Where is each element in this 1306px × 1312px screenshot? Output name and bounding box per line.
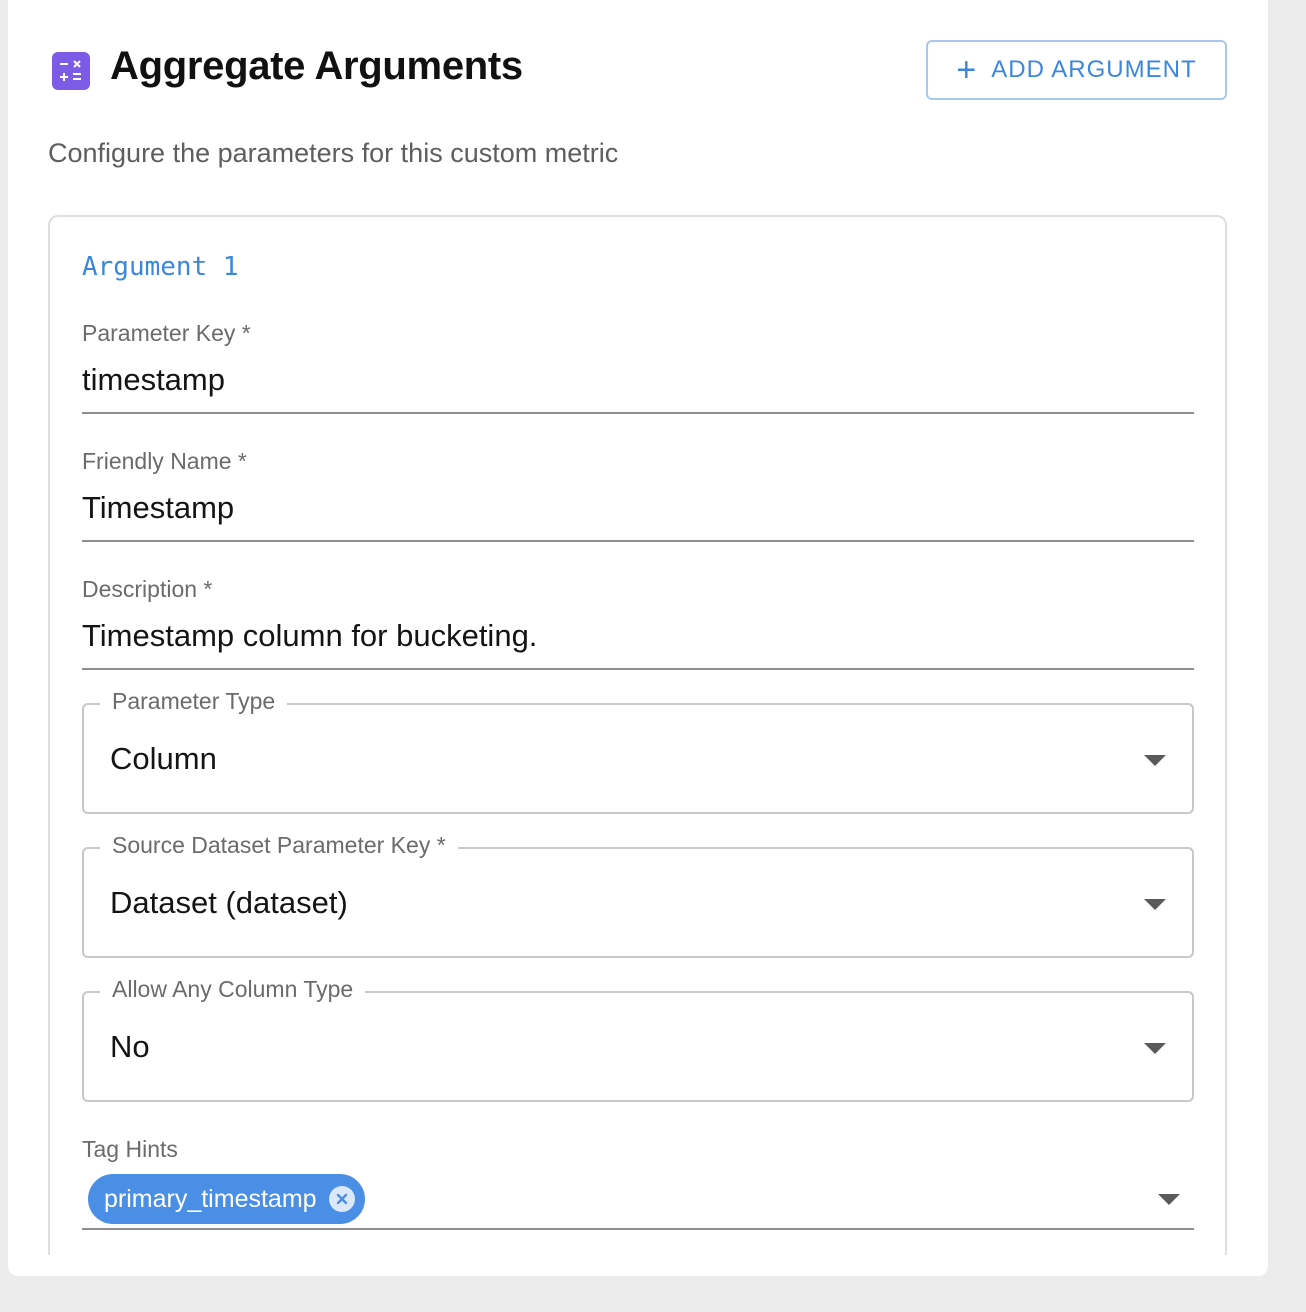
chevron-down-icon	[1144, 755, 1166, 766]
allow-any-column-type-value: No	[110, 1029, 150, 1064]
tag-chip[interactable]: primary_timestamp	[88, 1174, 365, 1224]
friendly-name-label: Friendly Name *	[82, 448, 247, 474]
page-title: Aggregate Arguments	[110, 44, 523, 88]
tag-chip-label: primary_timestamp	[104, 1184, 317, 1213]
parameter-type-label: Parameter Type	[100, 688, 288, 715]
remove-chip-icon[interactable]	[328, 1186, 355, 1212]
allow-any-column-type-label: Allow Any Column Type	[100, 976, 366, 1003]
parameter-key-input[interactable]: timestamp	[82, 362, 225, 398]
page-subtitle: Configure the parameters for this custom…	[48, 138, 619, 168]
tag-hints-label: Tag Hints	[82, 1136, 178, 1162]
source-dataset-label: Source Dataset Parameter Key *	[100, 832, 458, 859]
friendly-name-input[interactable]: Timestamp	[82, 490, 234, 526]
chevron-down-icon	[1144, 1043, 1166, 1054]
source-dataset-value: Dataset (dataset)	[110, 885, 348, 920]
add-argument-label: ADD ARGUMENT	[991, 56, 1197, 83]
description-label: Description *	[82, 576, 213, 602]
description-input[interactable]: Timestamp column for bucketing.	[82, 618, 537, 654]
allow-any-column-type-select[interactable]: Allow Any Column Type No	[82, 976, 1194, 1102]
parameter-type-value: Column	[110, 741, 217, 776]
friendly-name-underline	[82, 540, 1194, 542]
chevron-down-icon[interactable]	[1158, 1194, 1180, 1205]
chevron-down-icon	[1144, 899, 1166, 910]
parameter-key-underline	[82, 412, 1194, 414]
argument-title: Argument 1	[82, 252, 239, 282]
add-argument-button[interactable]: + ADD ARGUMENT	[926, 40, 1227, 100]
description-underline	[82, 668, 1194, 670]
parameter-type-select[interactable]: Parameter Type Column	[82, 688, 1194, 814]
parameter-key-label: Parameter Key *	[82, 320, 251, 346]
plus-icon: +	[956, 51, 978, 89]
calculator-icon	[52, 52, 90, 90]
source-dataset-select[interactable]: Source Dataset Parameter Key * Dataset (…	[82, 832, 1194, 958]
tag-hints-underline	[82, 1228, 1194, 1230]
